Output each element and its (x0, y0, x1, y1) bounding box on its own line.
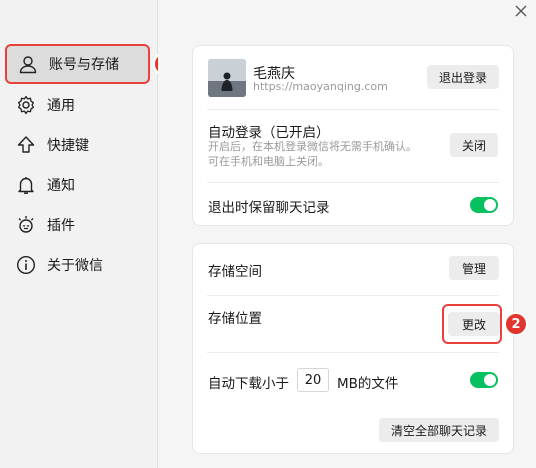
sidebar-item-label: 账号与存储 (49, 57, 119, 73)
autologin-description-line2: 可在手机和电脑上关闭。 (208, 155, 329, 168)
keep-history-label: 退出时保留聊天记录 (208, 200, 330, 216)
auto-download-suffix: MB的文件 (337, 376, 399, 392)
autologin-title: 自动登录（已开启） (208, 125, 330, 141)
highlight-box-change (442, 304, 502, 344)
auto-download-toggle[interactable] (470, 372, 498, 388)
sidebar-item-label: 通用 (47, 98, 75, 114)
annotation-badge-2: 2 (504, 312, 528, 336)
divider (207, 182, 499, 183)
person-icon (17, 53, 39, 75)
sidebar-item-account-storage[interactable]: 账号与存储 (5, 44, 150, 84)
sidebar-item-plugins[interactable]: 插件 (5, 205, 150, 245)
keep-history-toggle[interactable] (470, 197, 498, 213)
storage-card: 存储空间 管理 存储位置 更改 自动下载小于 MB的文件 清空全部聊天记录 (192, 243, 514, 454)
auto-download-size-input[interactable] (297, 368, 329, 392)
sidebar-item-label: 关于微信 (47, 258, 103, 274)
arrow-up-icon (15, 134, 37, 156)
sidebar-item-notifications[interactable]: 通知 (5, 165, 150, 205)
storage-location-label: 存储位置 (208, 311, 262, 327)
avatar[interactable] (208, 59, 246, 97)
logout-button[interactable]: 退出登录 (427, 65, 499, 89)
sidebar-item-label: 插件 (47, 218, 75, 234)
clear-all-chats-button[interactable]: 清空全部聊天记录 (379, 418, 499, 442)
close-icon[interactable] (513, 3, 529, 19)
divider (207, 352, 499, 353)
auto-download-prefix: 自动下载小于 (208, 376, 289, 392)
account-url: https://maoyanqing.com (253, 80, 388, 93)
divider (207, 295, 499, 296)
sidebar-item-label: 通知 (47, 178, 75, 194)
settings-content: 毛燕庆 https://maoyanqing.com 退出登录 自动登录（已开启… (158, 0, 536, 468)
sidebar-item-shortcuts[interactable]: 快捷键 (5, 125, 150, 165)
autologin-close-button[interactable]: 关闭 (450, 133, 498, 157)
autologin-description-line1: 开启后，在本机登录微信将无需手机确认。 (208, 140, 417, 153)
gear-icon (15, 94, 37, 116)
sidebar-item-about[interactable]: 关于微信 (5, 245, 150, 285)
info-icon (15, 254, 37, 276)
bell-icon (15, 174, 37, 196)
account-card: 毛燕庆 https://maoyanqing.com 退出登录 自动登录（已开启… (192, 45, 514, 226)
plugin-icon (15, 214, 37, 236)
divider (207, 109, 499, 110)
settings-sidebar: 账号与存储 通用 快捷键 通知 插件 关于微信 (0, 0, 158, 468)
manage-storage-button[interactable]: 管理 (449, 256, 499, 280)
sidebar-item-label: 快捷键 (47, 138, 89, 154)
sidebar-item-general[interactable]: 通用 (5, 85, 150, 125)
storage-space-label: 存储空间 (208, 264, 262, 280)
